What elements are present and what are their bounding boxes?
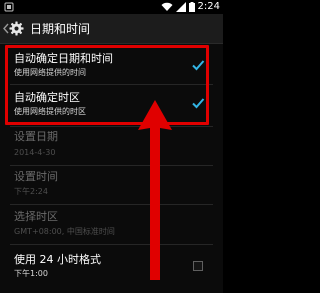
select-time-zone-row[interactable]: 选择时区 GMT+08:00, 中国标准时间 <box>0 205 223 243</box>
notification-icon <box>4 2 14 12</box>
select-time-zone-title: 选择时区 <box>14 210 58 223</box>
use-24-hour-summary: 下午1:00 <box>14 269 48 278</box>
use-24-hour-title: 使用 24 小时格式 <box>14 253 101 266</box>
status-bar: 2:24 <box>0 0 223 14</box>
settings-screen: 2:24 日期和时间 自动确定日期和时间 使用网络提供的时间 自动确定时区 使用… <box>0 0 223 293</box>
action-bar: 日期和时间 <box>0 14 223 44</box>
gear-icon[interactable] <box>9 21 24 36</box>
signal-icon <box>175 2 186 12</box>
select-time-zone-summary: GMT+08:00, 中国标准时间 <box>14 227 115 236</box>
wifi-icon <box>161 2 173 11</box>
status-time: 2:24 <box>197 1 220 12</box>
set-time-row[interactable]: 设置时间 下午2:24 <box>0 166 223 203</box>
status-icons: 2:24 <box>161 1 220 13</box>
battery-icon <box>188 2 195 12</box>
use-24-hour-row[interactable]: 使用 24 小时格式 下午1:00 <box>0 245 223 285</box>
set-date-row[interactable]: 设置日期 2014-4-30 <box>0 127 223 165</box>
use-24-hour-checkbox[interactable] <box>193 261 203 271</box>
red-arrow-annotation <box>138 100 172 280</box>
set-time-title: 设置时间 <box>14 170 58 183</box>
page-title: 日期和时间 <box>30 22 91 36</box>
set-date-title: 设置日期 <box>14 130 58 143</box>
set-date-summary: 2014-4-30 <box>14 148 56 157</box>
set-time-summary: 下午2:24 <box>14 187 48 196</box>
